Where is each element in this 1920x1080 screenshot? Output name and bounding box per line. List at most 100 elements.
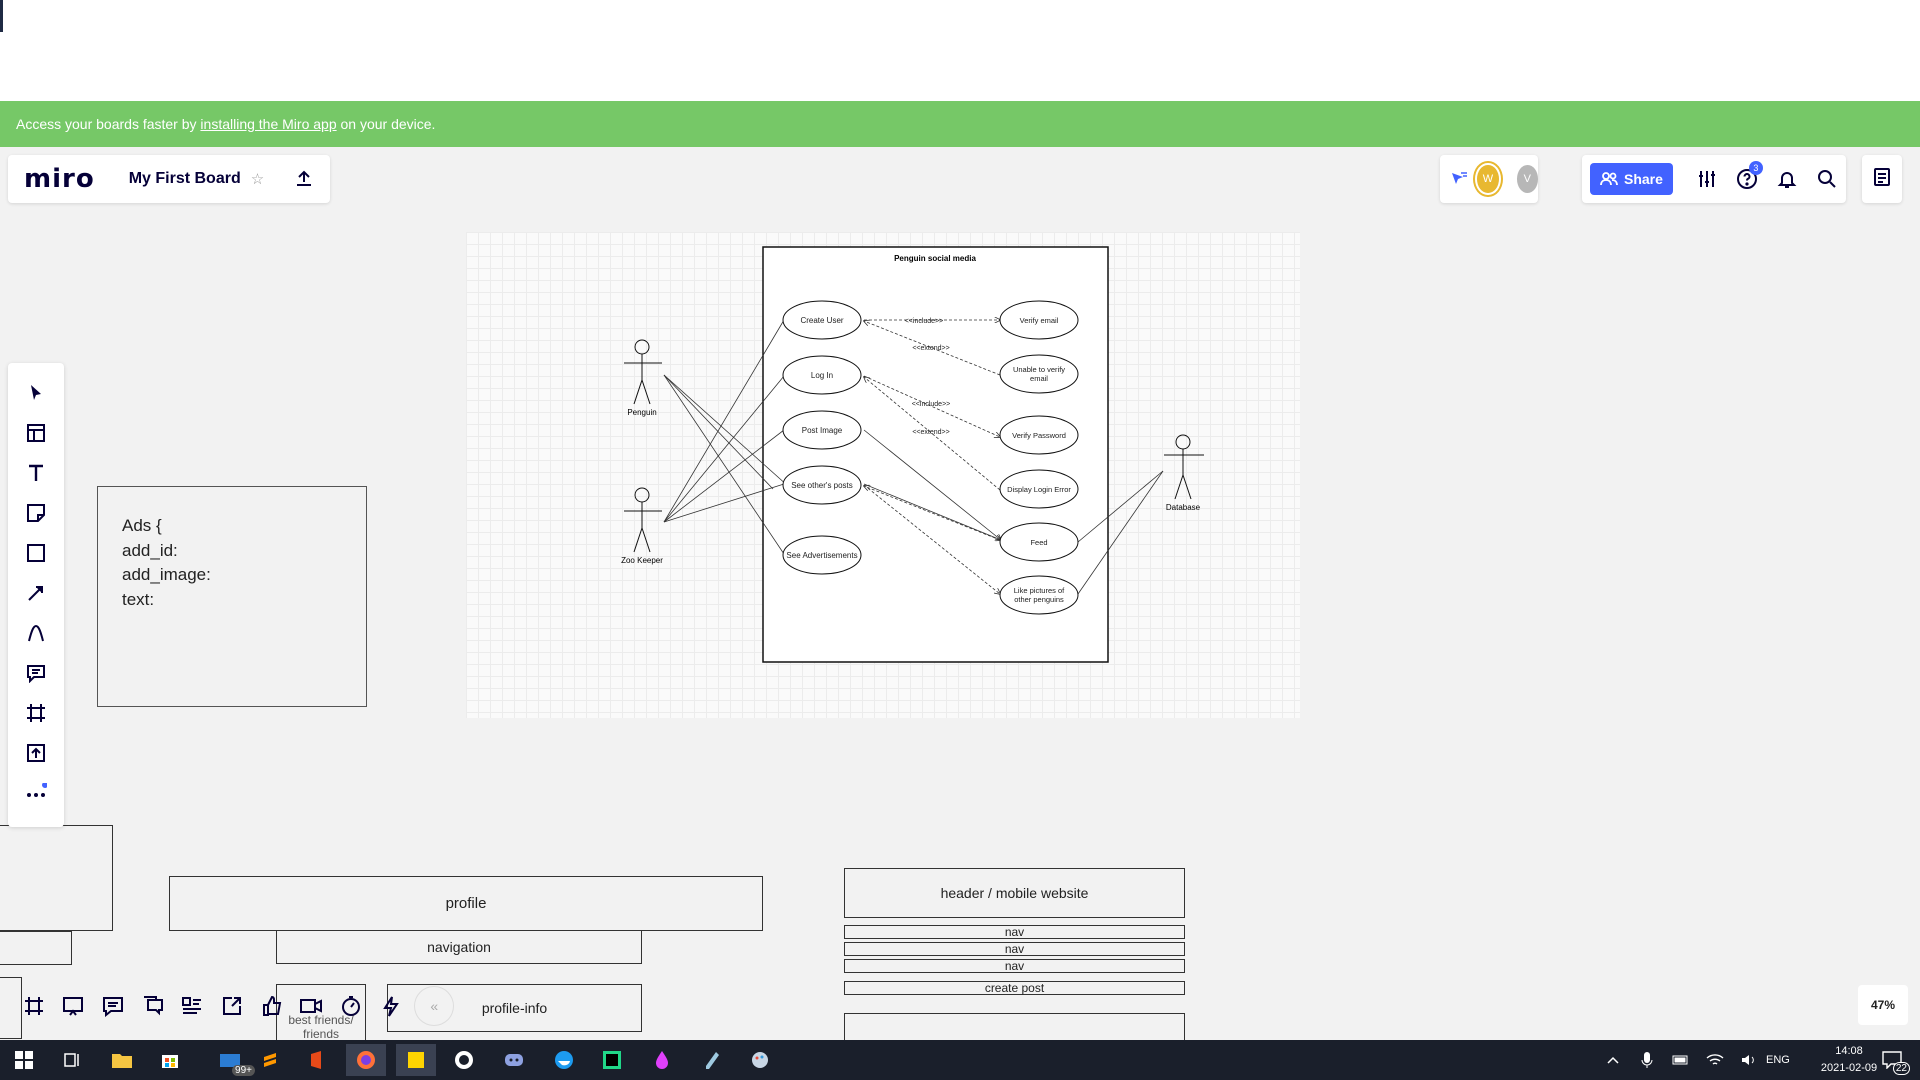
create-post-box[interactable]: create post [844,981,1185,995]
share-button[interactable]: Share [1590,163,1673,195]
windows-start-icon[interactable] [4,1044,44,1076]
frames-icon[interactable] [14,986,54,1026]
nav-label: nav [1004,959,1025,973]
notes-icon[interactable] [1872,167,1892,192]
use-case-label: Create User [800,316,843,325]
video-call-icon[interactable] [291,986,331,1026]
microphone-icon[interactable] [1632,1044,1662,1076]
cursor-follow-icon[interactable] [1448,165,1469,193]
wireframe-box[interactable] [0,825,113,931]
file-explorer-icon[interactable] [102,1044,142,1076]
docker-icon[interactable] [544,1044,584,1076]
battery-icon[interactable] [1666,1044,1696,1076]
board-title[interactable]: My First Board [129,170,241,188]
navigation-label: navigation [427,939,491,955]
ads-line: Ads { [122,516,162,535]
timer-icon[interactable] [331,986,371,1026]
actor-zoo-keeper [624,487,662,553]
volume-icon[interactable] [1734,1044,1764,1076]
banner-prefix: Access your boards faster by [16,116,201,132]
notepad-icon[interactable] [692,1044,732,1076]
share-screen-icon[interactable] [212,986,252,1026]
chat-icon[interactable] [93,986,133,1026]
frame-icon[interactable] [20,697,52,729]
browser-edge [0,0,3,32]
notification-count: 22 [1892,1062,1910,1075]
banner-text: Access your boards faster by installing … [16,116,435,132]
steam-icon[interactable] [444,1044,484,1076]
presentation-icon[interactable] [54,986,94,1026]
templates-icon[interactable] [20,417,52,449]
use-case-label: See other's posts [791,481,853,490]
use-case-label: See Advertisements [786,551,857,560]
reactions-icon[interactable] [252,986,292,1026]
use-case-label: Verify email [1020,316,1059,325]
profile-info-label: profile-info [481,1000,548,1016]
store-icon[interactable] [150,1044,190,1076]
avatar-w[interactable]: W [1475,163,1501,195]
star-icon[interactable]: ☆ [251,170,264,188]
sublime-icon[interactable] [250,1044,290,1076]
board-tools-panel: Share 3 [1582,155,1846,203]
lightning-icon[interactable] [371,986,411,1026]
header-mobile-box[interactable]: header / mobile website [844,868,1185,918]
pen-tool-icon[interactable] [20,617,52,649]
mail-icon[interactable]: 99+ [205,1044,255,1076]
actor-database-label: Database [1166,503,1201,512]
connection-line-icon[interactable] [20,577,52,609]
select-cursor-icon[interactable] [20,377,52,409]
windows-taskbar: 99+ ENG 14:08 2021-02-09 22 [0,1040,1920,1080]
sticky-note-icon[interactable] [20,497,52,529]
export-icon[interactable] [288,163,320,195]
ads-line: add_image: [122,565,211,584]
more-tools-icon[interactable] [20,777,52,809]
relation-label: <<extend>> [912,429,949,436]
profile-box[interactable]: profile [169,876,763,931]
search-icon[interactable] [1813,165,1841,193]
language-indicator[interactable]: ENG [1766,1054,1790,1066]
discord-icon[interactable] [494,1044,534,1076]
paint-icon[interactable] [740,1044,780,1076]
cards-icon[interactable] [173,986,213,1026]
comments-icon[interactable] [133,986,173,1026]
firefox-icon[interactable] [346,1044,386,1076]
close-banner-icon[interactable]: ✕ [1889,12,1906,32]
zoom-level[interactable]: 47% [1858,985,1908,1025]
app-drop-icon[interactable] [642,1044,682,1076]
use-case-diagram-frame[interactable]: Penguin social media Penguin Zoo Keeper [466,232,1300,718]
action-center-icon[interactable]: 22 [1870,1044,1914,1076]
relation-label: <<include>> [905,318,944,325]
wireframe-box[interactable] [0,931,72,965]
ads-line: text: [122,589,155,609]
navigation-box[interactable]: navigation [276,930,642,964]
tray-expand-icon[interactable] [1598,1044,1628,1076]
nav-box[interactable]: nav [844,959,1185,973]
use-case-label: Post Image [802,426,843,435]
install-app-link[interactable]: installing the Miro app [200,116,336,132]
bell-icon[interactable] [1773,165,1801,193]
use-case-label: other penguins [1014,595,1064,604]
wifi-icon[interactable] [1700,1044,1730,1076]
help-icon[interactable]: 3 [1733,161,1763,193]
task-view-icon[interactable] [52,1044,92,1076]
use-case-diagram: Penguin social media Penguin Zoo Keeper [621,246,1204,663]
ads-model-text: Ads { add_id: add_image: text: [122,514,211,612]
actor-database [1164,434,1204,500]
use-case-label: Like pictures of [1014,586,1065,595]
comment-icon[interactable] [20,657,52,689]
diagram-title: Penguin social media [894,254,976,263]
avatar-v[interactable]: V [1516,165,1538,193]
pycharm-icon[interactable] [592,1044,632,1076]
shape-tool-icon[interactable] [20,537,52,569]
text-tool-icon[interactable] [20,457,52,489]
upload-icon[interactable] [20,737,52,769]
collapse-toolbar-icon[interactable]: « [414,986,455,1026]
sticky-notes-icon[interactable] [396,1044,436,1076]
help-badge: 3 [1748,161,1763,175]
office-icon[interactable] [298,1044,338,1076]
miro-logo[interactable]: miro [24,164,95,194]
nav-box[interactable]: nav [844,942,1185,956]
install-app-banner: Access your boards faster by installing … [0,101,1920,147]
nav-box[interactable]: nav [844,925,1185,939]
settings-sliders-icon[interactable] [1693,165,1721,193]
